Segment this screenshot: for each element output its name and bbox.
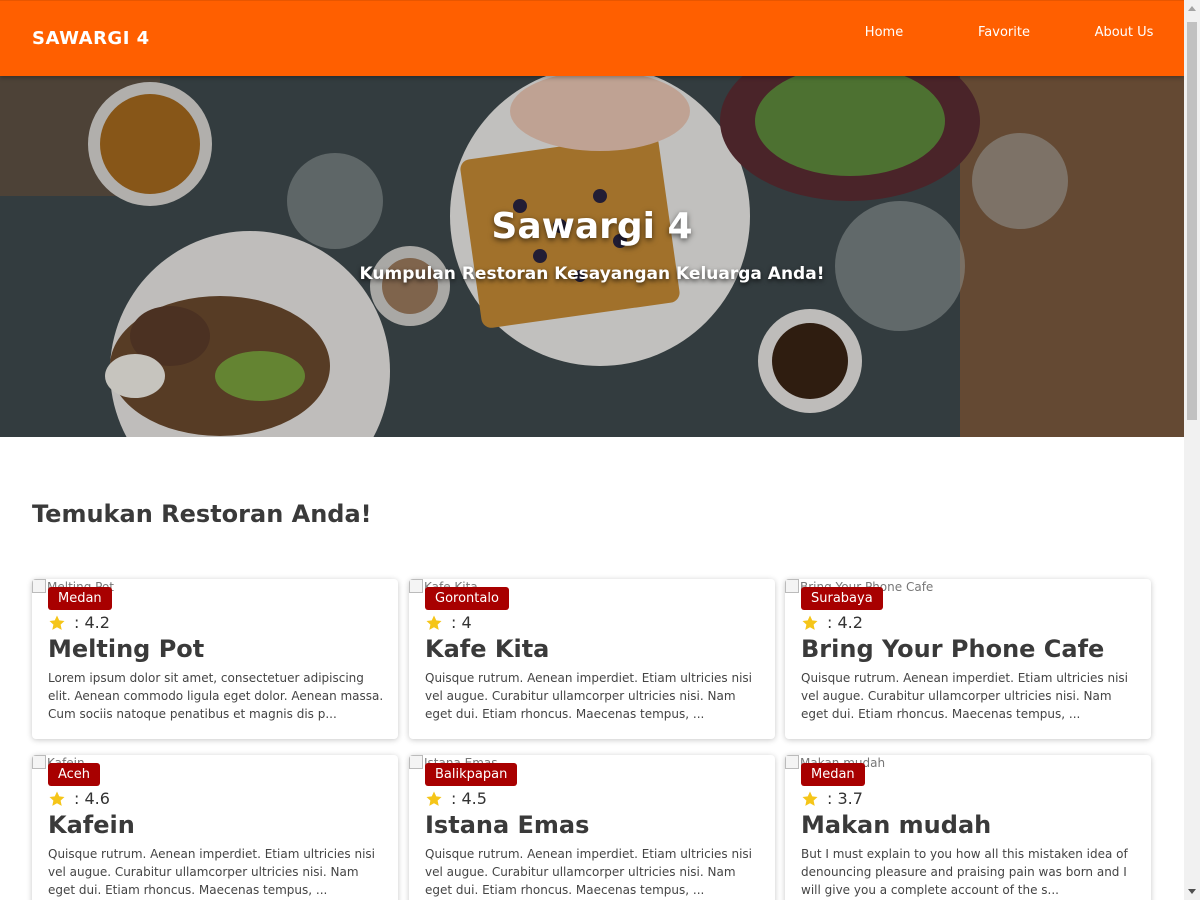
rating-value: : 4.2 <box>74 613 110 632</box>
star-icon <box>49 791 65 806</box>
hero-title: Sawargi 4 <box>491 206 693 247</box>
rating-value: : 3.7 <box>827 789 863 808</box>
star-icon <box>802 791 818 806</box>
restaurant-card[interactable]: Makan mudah Medan : 3.7 Makan mudah But … <box>785 755 1151 900</box>
hero-overlay <box>0 76 1184 437</box>
section-heading: Temukan Restoran Anda! <box>32 500 372 528</box>
star-icon <box>426 615 442 630</box>
scroll-up-arrow-icon[interactable] <box>1184 0 1200 16</box>
scroll-down-arrow-icon[interactable] <box>1184 884 1200 900</box>
rating-value: : 4 <box>451 613 472 632</box>
star-icon <box>49 615 65 630</box>
restaurant-name[interactable]: Melting Pot <box>48 635 204 663</box>
rating-value: : 4.6 <box>74 789 110 808</box>
rating: : 3.7 <box>801 789 863 808</box>
city-badge: Aceh <box>48 763 101 786</box>
restaurant-card[interactable]: Melting Pot Medan : 4.2 Melting Pot Lore… <box>32 579 398 739</box>
restaurant-card[interactable]: Bring Your Phone Cafe Surabaya : 4.2 Bri… <box>785 579 1151 739</box>
restaurant-description: Lorem ipsum dolor sit amet, consectetuer… <box>48 671 384 721</box>
hero-banner: Sawargi 4 Kumpulan Restoran Kesayangan K… <box>0 76 1184 437</box>
restaurant-description: But I must explain to you how all this m… <box>801 847 1128 897</box>
restaurant-description: Quisque rutrum. Aenean imperdiet. Etiam … <box>425 671 753 721</box>
city-badge: Gorontalo <box>425 587 509 610</box>
brand-logo[interactable]: SAWARGI 4 <box>32 28 150 49</box>
restaurant-card[interactable]: Kafe Kita Gorontalo : 4 Kafe Kita Quisqu… <box>409 579 775 739</box>
restaurant-name[interactable]: Kafein <box>48 811 135 839</box>
restaurant-card[interactable]: Istana Emas Balikpapan : 4.5 Istana Emas… <box>409 755 775 900</box>
nav-about-us[interactable]: About Us <box>1064 1 1184 65</box>
restaurant-name[interactable]: Kafe Kita <box>425 635 549 663</box>
restaurant-description: Quisque rutrum. Aenean imperdiet. Etiam … <box>425 847 753 897</box>
navbar: SAWARGI 4 Home Favorite About Us <box>0 0 1184 76</box>
nav-menu: Home Favorite About Us <box>824 1 1184 65</box>
restaurant-name[interactable]: Bring Your Phone Cafe <box>801 635 1104 663</box>
city-badge: Balikpapan <box>425 763 518 786</box>
city-badge: Surabaya <box>801 587 883 610</box>
restaurant-name[interactable]: Makan mudah <box>801 811 991 839</box>
restaurant-name[interactable]: Istana Emas <box>425 811 589 839</box>
star-icon <box>426 791 442 806</box>
star-icon <box>802 615 818 630</box>
rating-value: : 4.2 <box>827 613 863 632</box>
restaurant-card[interactable]: Kafein Aceh : 4.6 Kafein Quisque rutrum.… <box>32 755 398 900</box>
nav-home[interactable]: Home <box>824 1 944 65</box>
rating: : 4.5 <box>425 789 487 808</box>
nav-favorite[interactable]: Favorite <box>944 1 1064 65</box>
scroll-thumb[interactable] <box>1187 22 1197 420</box>
restaurant-description: Quisque rutrum. Aenean imperdiet. Etiam … <box>48 847 376 897</box>
vertical-scrollbar[interactable] <box>1184 0 1200 900</box>
rating: : 4.6 <box>48 789 110 808</box>
rating: : 4.2 <box>48 613 110 632</box>
city-badge: Medan <box>48 587 112 610</box>
rating: : 4 <box>425 613 472 632</box>
page: SAWARGI 4 Home Favorite About Us Sawargi… <box>0 0 1184 900</box>
rating: : 4.2 <box>801 613 863 632</box>
hero-tagline: Kumpulan Restoran Kesayangan Keluarga An… <box>359 264 825 284</box>
rating-value: : 4.5 <box>451 789 487 808</box>
restaurant-description: Quisque rutrum. Aenean imperdiet. Etiam … <box>801 671 1129 721</box>
city-badge: Medan <box>801 763 865 786</box>
